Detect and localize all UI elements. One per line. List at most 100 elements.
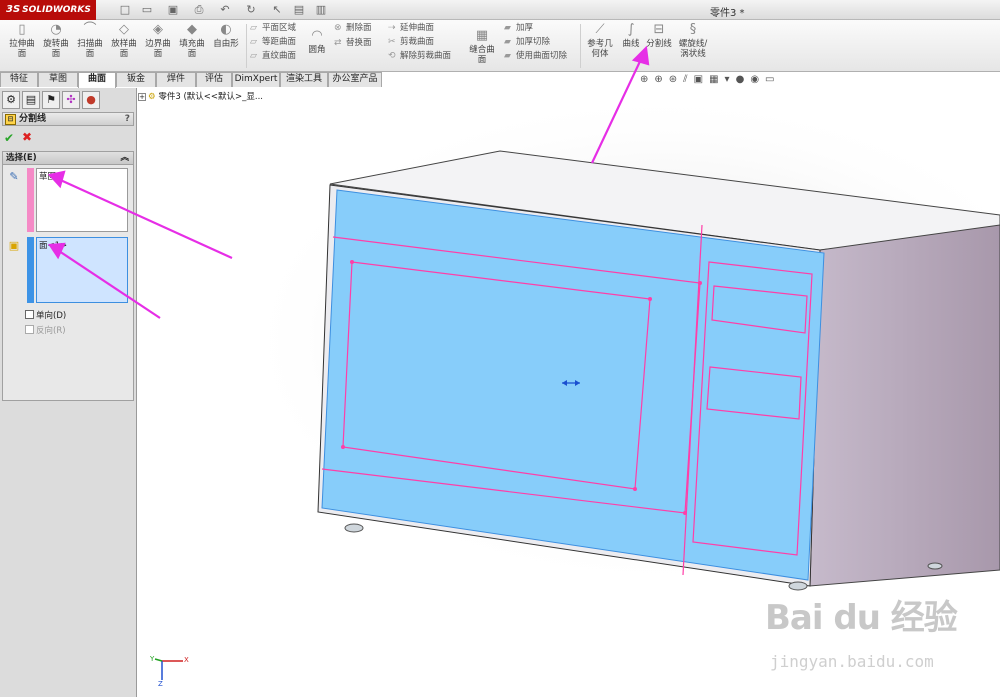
view-settings-icon[interactable]: ▭ xyxy=(765,74,774,85)
expand-icon[interactable]: + xyxy=(138,93,146,101)
scene-icon[interactable]: ◉ xyxy=(750,74,759,85)
list-item[interactable]: 草图4 xyxy=(39,172,61,182)
rebuild-icon[interactable]: ↻ xyxy=(244,3,258,17)
swept-surface-icon: ⌒ xyxy=(83,22,97,37)
replace-face-button[interactable]: ⇄ 替换面 xyxy=(334,38,372,49)
tab-evaluate[interactable]: 评估 xyxy=(196,72,232,87)
face-selection-icon: ▣ xyxy=(8,239,20,252)
save-icon[interactable]: ▣ xyxy=(166,3,180,17)
property-manager-tab-icon[interactable]: ▤ xyxy=(22,91,40,109)
ok-button[interactable]: ✔ xyxy=(4,131,14,145)
filled-surface-button[interactable]: ◆ 填充曲面 xyxy=(176,22,208,59)
trim-surface-icon: ✂ xyxy=(388,37,396,47)
knit-surface-button[interactable]: ▦ 缝合曲面 xyxy=(466,28,498,65)
freeform-button[interactable]: ◐ 自由形 xyxy=(210,22,242,49)
dimxpert-tab-icon[interactable]: ✣ xyxy=(62,91,80,109)
display-style-icon[interactable]: ▦ xyxy=(709,74,718,85)
undo-icon[interactable]: ↶ xyxy=(218,3,232,17)
tab-sheet-metal[interactable]: 钣金 xyxy=(116,72,156,87)
planar-surface-button[interactable]: ▱ 平面区域 xyxy=(250,23,296,34)
zoom-to-fit-icon[interactable]: ⊕ xyxy=(640,74,648,85)
collapse-chevron-icon[interactable]: ︽ xyxy=(120,152,129,164)
zoom-area-icon[interactable]: ⊕ xyxy=(654,74,662,85)
trim-surface-button[interactable]: ✂ 剪裁曲面 xyxy=(388,37,434,48)
cancel-button[interactable]: ✖ xyxy=(22,130,32,144)
feature-tree-flyout[interactable]: + ⚙ 零件3 (默认<<默认>_显... xyxy=(138,90,263,102)
surface-cut-icon: ▰ xyxy=(504,51,511,61)
edit-appearance-icon[interactable]: ● xyxy=(736,74,745,85)
thickened-cut-button[interactable]: ▰ 加厚切除 xyxy=(504,37,550,48)
untrim-surface-icon: ⟲ xyxy=(388,51,396,61)
single-direction-checkbox[interactable]: 单向(D) xyxy=(25,310,66,322)
sketch-selection-list[interactable]: 草图4 xyxy=(36,168,128,232)
lofted-surface-button[interactable]: ◇ 放样曲面 xyxy=(108,22,140,59)
part-icon: ⚙ xyxy=(148,92,156,102)
extend-surface-button[interactable]: ⇢ 延伸曲面 xyxy=(388,23,434,34)
reference-geometry-button[interactable]: ⟋ 参考几 何体 xyxy=(584,22,616,59)
curves-icon: ∫ xyxy=(627,22,635,37)
rebuild-model-icon[interactable]: ▤ xyxy=(292,3,306,17)
surface-cut-button[interactable]: ▰ 使用曲面切除 xyxy=(504,51,567,62)
swept-surface-button[interactable]: ⌒ 扫描曲面 xyxy=(74,22,106,59)
list-item[interactable]: 面<1> xyxy=(39,241,67,251)
ribbon-separator xyxy=(246,24,247,68)
tab-render-tools[interactable]: 渲染工具 xyxy=(280,72,328,87)
ribbon-separator xyxy=(580,24,581,68)
replace-face-icon: ⇄ xyxy=(334,38,342,48)
boundary-surface-icon: ◈ xyxy=(153,22,163,37)
selections-group: 选择(E) ︽ ✎ 草图4 ▣ 面<1> 单向(D) 反向(R) xyxy=(2,151,134,401)
helix-spiral-button[interactable]: § 螺旋线/涡状线 xyxy=(674,22,712,59)
triad-z-label: Z xyxy=(158,680,163,688)
split-line-button[interactable]: ⊟ 分割线 xyxy=(644,22,674,49)
feature-tree-tab-icon[interactable]: ⚙ xyxy=(2,91,20,109)
select-icon[interactable]: ↖ xyxy=(270,3,284,17)
triad-y-label: Y xyxy=(150,655,155,663)
new-document-icon[interactable]: □ xyxy=(118,3,132,17)
boundary-surface-button[interactable]: ◈ 边界曲面 xyxy=(142,22,174,59)
tab-features[interactable]: 特征 xyxy=(0,72,38,87)
hide-show-icon[interactable]: ▾ xyxy=(725,74,730,85)
untrim-surface-button[interactable]: ⟲ 解除剪裁曲面 xyxy=(388,51,451,62)
selections-group-header[interactable]: 选择(E) ︽ xyxy=(3,152,133,165)
title-bar: 3S SOLIDWORKS □ ▭ ▣ ⎙ ↶ ↻ ↖ ▤ ▥ 零件3 * xyxy=(0,0,1000,20)
configuration-tab-icon[interactable]: ⚑ xyxy=(42,91,60,109)
sketch-color-bar xyxy=(27,168,34,232)
fillet-button[interactable]: ◠ 圆角 xyxy=(304,28,330,55)
thicken-button[interactable]: ▰ 加厚 xyxy=(504,23,533,34)
delete-face-button[interactable]: ⊗ 删除面 xyxy=(334,23,372,34)
freeform-icon: ◐ xyxy=(220,22,232,37)
solidworks-logo[interactable]: 3S SOLIDWORKS xyxy=(0,0,96,20)
options-icon[interactable]: ▥ xyxy=(314,3,328,17)
panel-tabs: ⚙ ▤ ⚑ ✣ ● xyxy=(2,91,134,109)
reverse-direction-checkbox[interactable]: 反向(R) xyxy=(25,325,66,337)
tab-surfaces[interactable]: 曲面 xyxy=(78,72,116,88)
thickened-cut-icon: ▰ xyxy=(504,37,511,47)
help-button[interactable]: ? xyxy=(125,113,130,125)
ruled-surface-button[interactable]: ▱ 直纹曲面 xyxy=(250,51,296,62)
filled-surface-icon: ◆ xyxy=(187,22,197,37)
offset-surface-button[interactable]: ▱ 等距曲面 xyxy=(250,37,296,48)
tab-sketch[interactable]: 草图 xyxy=(38,72,78,87)
print-icon[interactable]: ⎙ xyxy=(192,3,206,17)
revolved-surface-button[interactable]: ◔ 旋转曲面 xyxy=(40,22,72,59)
tab-dimxpert[interactable]: DimXpert xyxy=(232,72,280,87)
face-color-bar xyxy=(27,237,34,303)
display-manager-tab-icon[interactable]: ● xyxy=(82,91,100,109)
revolved-surface-icon: ◔ xyxy=(50,22,62,37)
helix-icon: § xyxy=(689,22,697,37)
property-manager-title: 分割线 xyxy=(19,114,47,124)
document-title: 零件3 * xyxy=(710,8,745,19)
open-icon[interactable]: ▭ xyxy=(140,3,154,17)
planar-surface-icon: ▱ xyxy=(250,23,257,33)
previous-view-icon[interactable]: ⊛ xyxy=(669,74,677,85)
view-orientation-icon[interactable]: ▣ xyxy=(694,74,703,85)
curves-button[interactable]: ∫ 曲线 xyxy=(618,22,644,49)
section-view-icon[interactable]: ⫽ xyxy=(683,74,687,85)
face-selection-list[interactable]: 面<1> xyxy=(36,237,128,303)
delete-face-icon: ⊗ xyxy=(334,23,342,33)
tab-office-products[interactable]: 办公室产品 xyxy=(328,72,382,87)
split-line-feature-icon: ⊟ xyxy=(5,114,16,125)
property-manager-header: ⊟ 分割线 ? xyxy=(2,112,134,126)
tab-weldments[interactable]: 焊件 xyxy=(156,72,196,87)
extruded-surface-button[interactable]: ▯ 拉伸曲面 xyxy=(6,22,38,59)
